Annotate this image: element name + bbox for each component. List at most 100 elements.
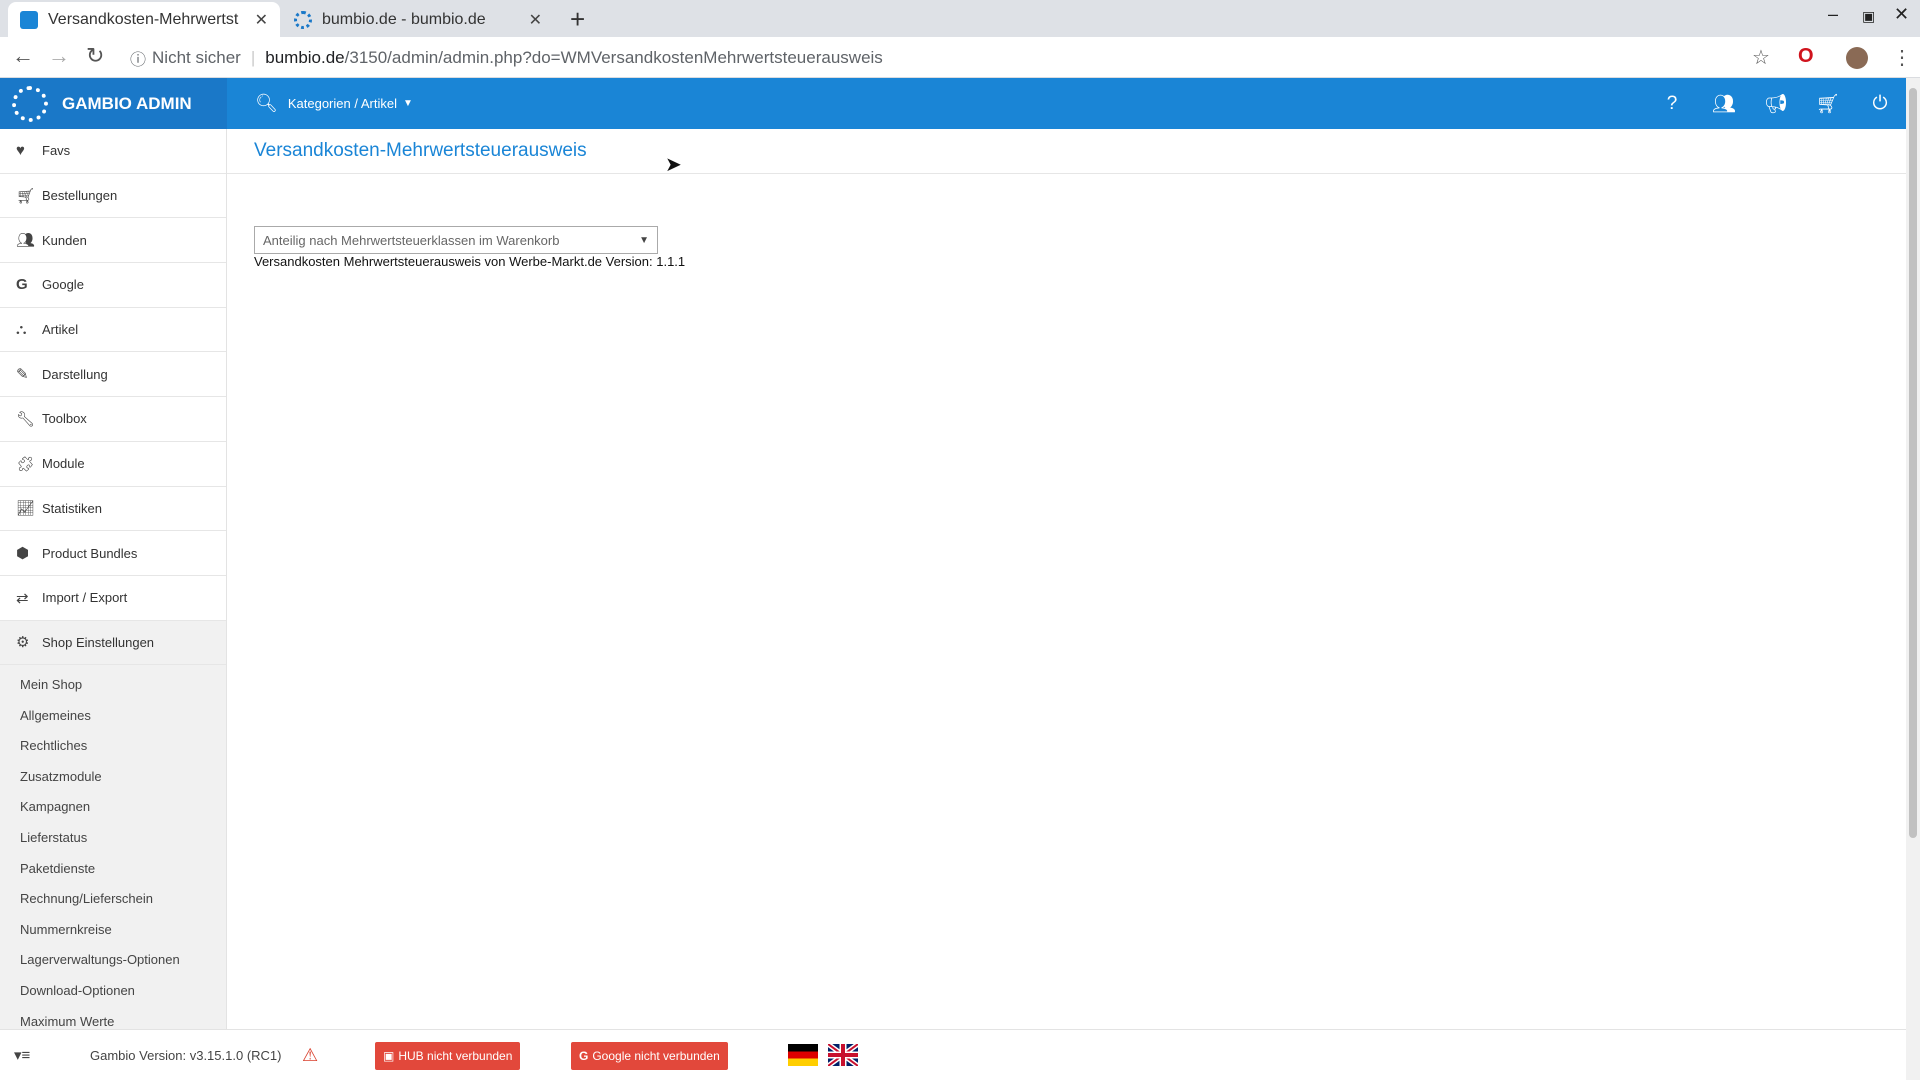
wrench-icon: 🔧︎: [16, 410, 36, 428]
sidebar-item-kunden[interactable]: 👥︎ Kunden: [0, 218, 226, 264]
forward-icon[interactable]: →: [48, 43, 70, 69]
brand-title: GAMBIO ADMIN: [62, 93, 192, 113]
help-icon[interactable]: ?: [1646, 93, 1698, 115]
search-icon: 🔍︎: [255, 93, 278, 113]
users-icon[interactable]: 👥︎: [1698, 92, 1750, 116]
sidebar-subnav: Mein Shop Allgemeines Rechtliches Zusatz…: [0, 665, 226, 1034]
close-tab-icon[interactable]: ✕: [255, 10, 268, 30]
address-bar[interactable]: ⓘ Nicht sicher | bumbio.de /3150/admin/a…: [130, 44, 883, 72]
new-tab-button[interactable]: +: [570, 4, 585, 35]
subnav-item[interactable]: Paketdienste: [0, 853, 226, 884]
reload-icon[interactable]: ↻: [86, 43, 104, 69]
megaphone-icon[interactable]: 📢︎: [1750, 92, 1802, 116]
cogs-icon: ⚙: [16, 634, 30, 652]
sidebar-item-label: Darstellung: [42, 366, 108, 382]
hub-status-badge[interactable]: ▣ HUB nicht verbunden: [375, 1042, 521, 1070]
sidebar-item-statistiken[interactable]: 📈︎ Statistiken: [0, 487, 226, 532]
browser-toolbar: ← → ↻ ⓘ Nicht sicher | bumbio.de /3150/a…: [0, 37, 1920, 78]
caret-down-icon: ▼: [402, 98, 413, 109]
sidebar-item-favs[interactable]: ♥ Favs: [0, 129, 226, 174]
select-value: Anteilig nach Mehrwertsteuerklassen im W…: [263, 232, 560, 248]
sidebar-item-google[interactable]: G Google: [0, 263, 226, 308]
info-icon: ⓘ: [130, 52, 147, 69]
sidebar-item-artikel[interactable]: ⛬ Artikel: [0, 308, 226, 353]
subnav-item[interactable]: Rechnung/Lieferschein: [0, 883, 226, 914]
uk-flag-icon[interactable]: [826, 1041, 860, 1069]
sidebar-item-label: Toolbox: [42, 411, 87, 427]
tab-title: bumbio.de - bumbio.de: [322, 10, 486, 28]
opera-icon[interactable]: O: [1798, 45, 1814, 68]
hub-icon: ▣: [383, 1049, 395, 1063]
sidebar-item-label: Google: [42, 277, 84, 293]
warning-icon[interactable]: ⚠: [302, 1045, 318, 1066]
header-icons: ? 👥︎ 📢︎ 🛒︎ ⏻: [1646, 78, 1906, 129]
sidebar-item-toolbox[interactable]: 🔧︎ Toolbox: [0, 397, 226, 442]
collapse-menu-icon[interactable]: ▾≡: [14, 1046, 30, 1064]
tab-title: Versandkosten-Mehrwertst: [48, 10, 239, 28]
scrollbar-thumb[interactable]: [1909, 88, 1917, 838]
title-divider: [227, 173, 1906, 174]
gambio-favicon-icon: [20, 10, 38, 29]
browser-tab-active[interactable]: Versandkosten-Mehrwertst ✕: [8, 2, 280, 37]
subnav-item[interactable]: Lagerverwaltungs-Optionen: [0, 945, 226, 976]
page-scrollbar[interactable]: [1906, 78, 1920, 1080]
address-separator: |: [250, 48, 256, 67]
bumbio-favicon-icon: [294, 10, 312, 29]
sidebar-item-import-export[interactable]: ⇄ Import / Export: [0, 576, 226, 621]
sidebar-item-label: Kunden: [42, 232, 87, 248]
menu-kebab-icon[interactable]: ⋮: [1892, 45, 1912, 70]
sidebar-item-bestellungen[interactable]: 🛒︎ Bestellungen: [0, 174, 226, 219]
search-dropdown[interactable]: 🔍︎ Kategorien / Artikel ▼: [255, 93, 413, 114]
subnav-item[interactable]: Lieferstatus: [0, 822, 226, 853]
subnav-item[interactable]: Mein Shop: [0, 669, 226, 700]
browser-tab-inactive[interactable]: bumbio.de - bumbio.de ✕: [282, 2, 554, 37]
admin-footer: ▾≡ Gambio Version: v3.15.1.0 (RC1) ⚠ ▣ H…: [0, 1029, 1906, 1080]
sidebar-item-shop-einstellungen[interactable]: ⚙ Shop Einstellungen: [0, 620, 226, 666]
sitemap-icon: ⛬: [16, 321, 27, 339]
google-status-badge[interactable]: G Google nicht verbunden: [571, 1042, 728, 1070]
vat-mode-select[interactable]: Anteilig nach Mehrwertsteuerklassen im W…: [254, 226, 658, 254]
page-title: Versandkosten-Mehrwertsteuerausweis: [254, 140, 587, 161]
subnav-item[interactable]: Zusatzmodule: [0, 761, 226, 792]
sidebar-item-label: Artikel: [42, 322, 79, 338]
maximize-icon[interactable]: ▣: [1862, 8, 1875, 25]
power-icon[interactable]: ⏻: [1854, 93, 1906, 115]
bookmark-star-icon[interactable]: ☆: [1752, 45, 1770, 70]
sidebar-item-label: Statistiken: [42, 500, 102, 516]
sidebar-item-label: Module: [42, 456, 85, 472]
sidebar: ♥ Favs 🛒︎ Bestellungen 👥︎ Kunden G Google ⛬ A…: [0, 129, 227, 1034]
mouse-cursor-icon: ➤: [665, 154, 682, 176]
minimize-icon[interactable]: –: [1828, 4, 1838, 25]
security-label: Nicht sicher: [152, 48, 241, 67]
subnav-item[interactable]: Nummernkreise: [0, 914, 226, 945]
sidebar-item-label: Shop Einstellungen: [42, 634, 155, 650]
caret-down-icon: ▼: [639, 234, 649, 246]
search-label: Kategorien / Artikel: [287, 96, 397, 111]
subnav-item[interactable]: Kampagnen: [0, 792, 226, 823]
sidebar-item-label: Favs: [42, 143, 71, 159]
google-icon: G: [579, 1049, 589, 1063]
hub-badge-label: HUB nicht verbunden: [398, 1049, 513, 1063]
address-path: /3150/admin/admin.php?do=WMVersandkosten…: [344, 48, 883, 67]
german-flag-icon[interactable]: [788, 1044, 818, 1066]
sidebar-item-module[interactable]: 🧩︎ Module: [0, 442, 226, 487]
sidebar-item-product-bundles[interactable]: ⬢ Product Bundles: [0, 531, 226, 576]
profile-avatar[interactable]: [1846, 47, 1868, 69]
back-icon[interactable]: ←: [12, 43, 34, 69]
sidebar-item-darstellung[interactable]: ✎ Darstellung: [0, 352, 226, 398]
sidebar-item-label: Import / Export: [42, 590, 128, 606]
brand[interactable]: GAMBIO ADMIN: [0, 78, 227, 129]
cart-icon[interactable]: 🛒︎: [1802, 92, 1854, 116]
browser-tab-strip: Versandkosten-Mehrwertst ✕ bumbio.de - b…: [0, 0, 1920, 37]
subnav-item[interactable]: Rechtliches: [0, 730, 226, 761]
sidebar-item-label: Bestellungen: [42, 188, 118, 204]
close-window-icon[interactable]: ✕: [1894, 4, 1909, 25]
subnav-item[interactable]: Download-Optionen: [0, 975, 226, 1006]
close-tab-icon[interactable]: ✕: [529, 10, 542, 30]
google-badge-label: Google nicht verbunden: [592, 1049, 720, 1063]
main-content: Versandkosten-Mehrwertsteuerausweis Ante…: [227, 129, 1906, 1029]
puzzle-icon: 🧩︎: [16, 455, 36, 473]
cart-icon: 🛒︎: [16, 187, 36, 205]
google-icon: G: [16, 276, 28, 294]
subnav-item[interactable]: Allgemeines: [0, 700, 226, 731]
